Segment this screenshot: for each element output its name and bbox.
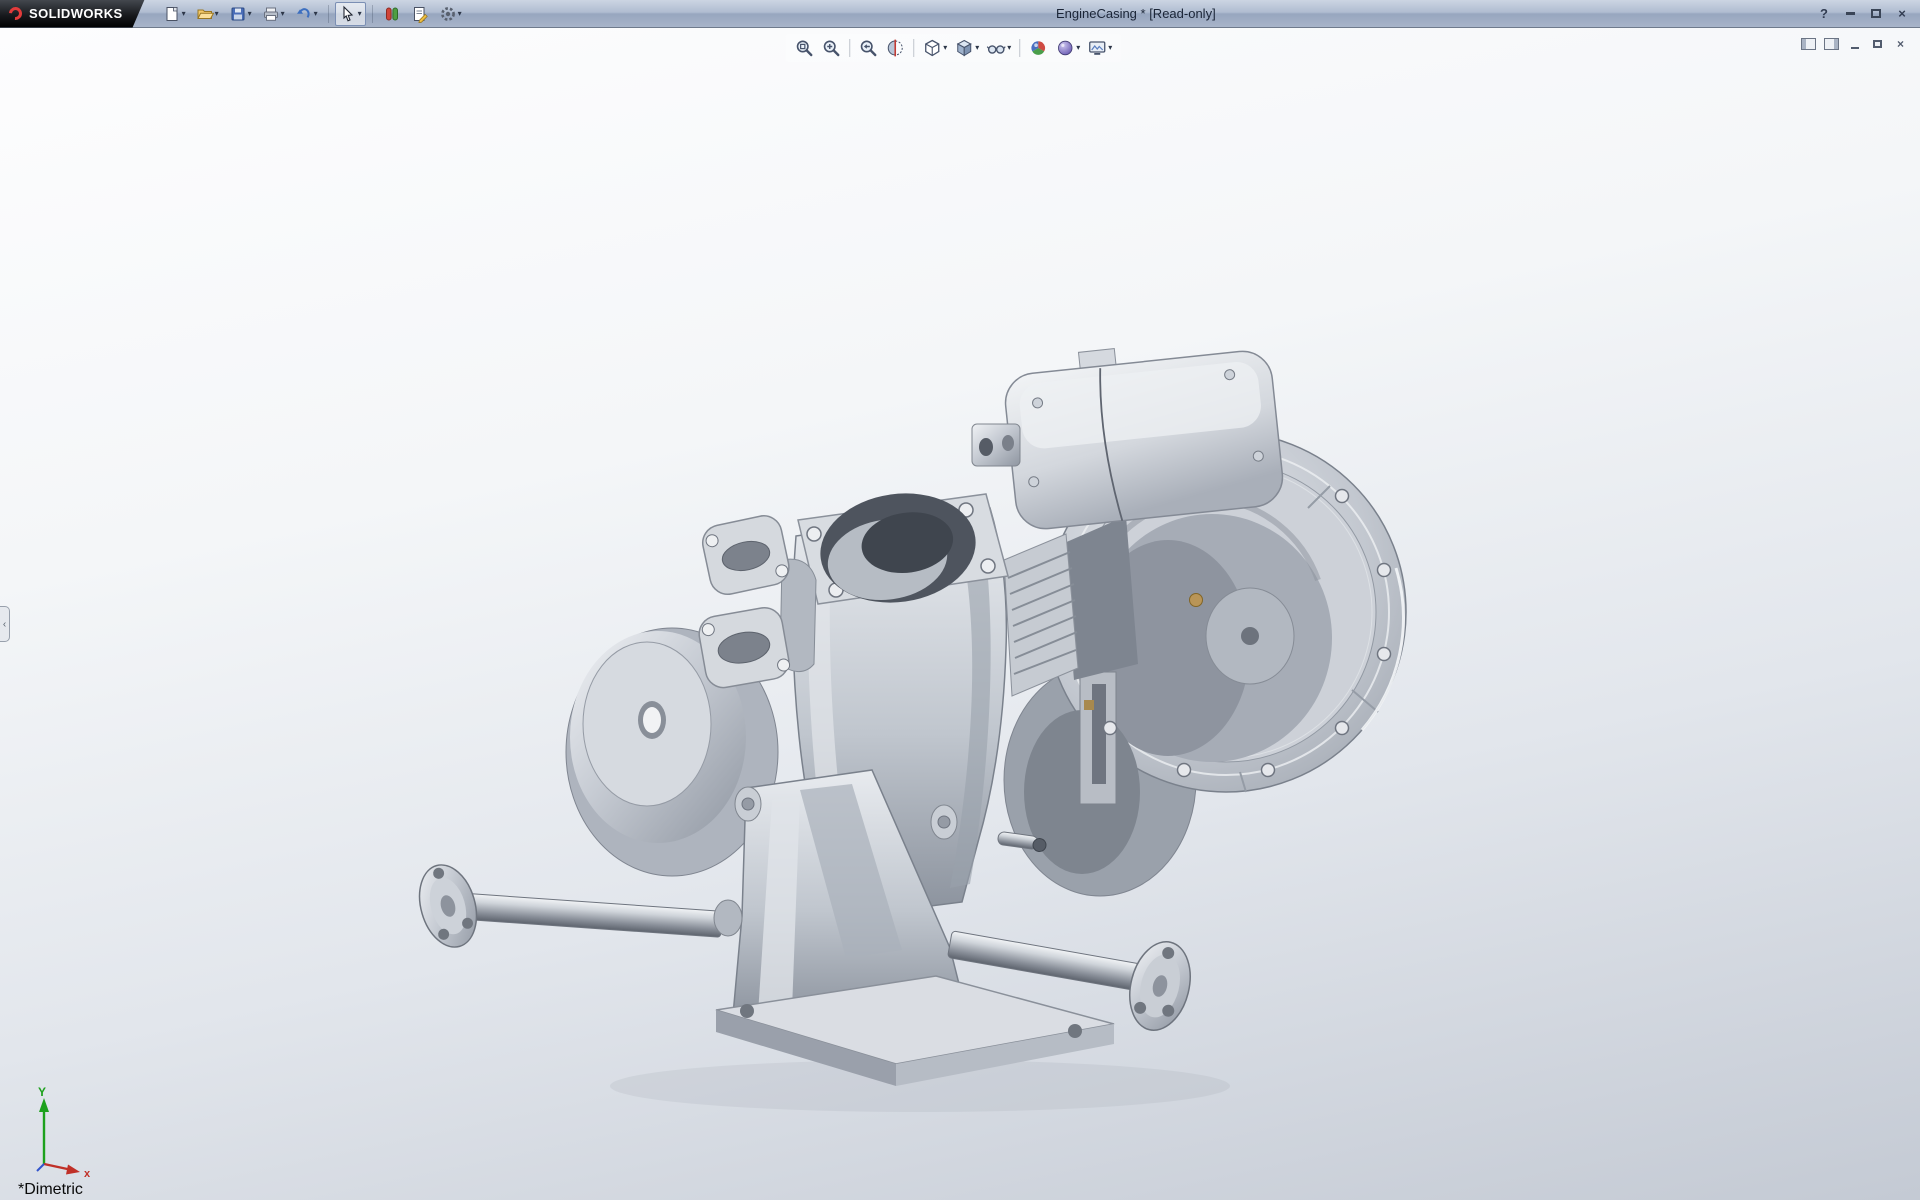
display-style-cube-icon: [954, 38, 974, 58]
previous-view-button[interactable]: [856, 36, 880, 60]
x-axis-arrow: [66, 1165, 80, 1175]
dropdown-arrow-icon[interactable]: ▾: [943, 44, 947, 52]
minimize-document-button[interactable]: [1847, 37, 1862, 51]
toolbar-separator: [849, 39, 850, 57]
close-document-button[interactable]: ×: [1893, 37, 1908, 51]
new-document-button[interactable]: ▾: [159, 2, 190, 26]
close-window-button[interactable]: ×: [1894, 6, 1910, 22]
zoom-to-fit-button[interactable]: [792, 36, 816, 60]
open-button[interactable]: ▾: [192, 2, 223, 26]
display-style-button[interactable]: ▾: [952, 36, 981, 60]
headsup-view-toolbar: ▾ ▾ ▾: [785, 34, 1121, 62]
dropdown-arrow-icon[interactable]: ▾: [1007, 44, 1011, 52]
dropdown-arrow-icon[interactable]: ▾: [975, 44, 979, 52]
zoom-to-fit-icon: [794, 38, 814, 58]
appearance-ball-icon: [1028, 38, 1048, 58]
dropdown-arrow-icon[interactable]: ▾: [1108, 44, 1112, 52]
previous-view-icon: [858, 38, 878, 58]
undo-button[interactable]: ▾: [291, 2, 322, 26]
view-settings-button[interactable]: ▾: [1085, 36, 1114, 60]
y-axis-arrow: [39, 1098, 49, 1112]
window-title: EngineCasing * [Read-only]: [466, 6, 1806, 21]
document-window-controls: ×: [1801, 37, 1908, 51]
new-document-icon: [163, 5, 181, 23]
apply-scene-ball-icon: [1055, 38, 1075, 58]
view-orientation-button[interactable]: ▾: [920, 36, 949, 60]
save-button[interactable]: ▾: [225, 2, 256, 26]
open-folder-icon: [196, 5, 214, 23]
zoom-to-area-button[interactable]: [819, 36, 843, 60]
dropdown-arrow-icon[interactable]: ▾: [458, 10, 462, 18]
options-button[interactable]: ▾: [435, 2, 466, 26]
dropdown-arrow-icon[interactable]: ▾: [215, 10, 219, 18]
minimize-icon: [1846, 12, 1855, 15]
file-properties-icon: [411, 5, 429, 23]
options-gear-icon: [439, 5, 457, 23]
dropdown-arrow-icon[interactable]: ▾: [314, 10, 318, 18]
hide-show-items-button[interactable]: ▾: [984, 36, 1013, 60]
restore-document-button[interactable]: [1870, 37, 1885, 51]
toolbar-separator: [372, 5, 373, 23]
apply-scene-button[interactable]: ▾: [1053, 36, 1082, 60]
dassault-3ds-logo-icon: [6, 4, 24, 22]
file-properties-button[interactable]: [407, 2, 433, 26]
model-canvas[interactable]: [0, 28, 1920, 1200]
graphics-viewport[interactable]: ▾ ▾ ▾: [0, 28, 1920, 1200]
dropdown-arrow-icon[interactable]: ▾: [248, 10, 252, 18]
hide-show-glasses-icon: [986, 38, 1006, 58]
toolbar-separator: [1019, 39, 1020, 57]
dropdown-arrow-icon[interactable]: ▾: [281, 10, 285, 18]
minimize-icon: [1851, 47, 1859, 49]
dropdown-arrow-icon[interactable]: ▾: [182, 10, 186, 18]
solidworks-logo: SOLIDWORKS: [0, 0, 145, 28]
undo-icon: [295, 5, 313, 23]
restore-window-button[interactable]: [1868, 6, 1884, 22]
engine-casing-model[interactable]: [410, 333, 1406, 1112]
featuremanager-collapsed-tab[interactable]: ‹: [0, 606, 10, 642]
print-button[interactable]: ▾: [258, 2, 289, 26]
brand-text: SOLIDWORKS: [29, 6, 123, 21]
x-axis-label: x: [84, 1168, 91, 1178]
select-tool-button[interactable]: ▾: [335, 2, 366, 26]
rebuild-stoplight-icon: [383, 5, 401, 23]
view-settings-icon: [1087, 38, 1107, 58]
restore-icon: [1873, 40, 1882, 48]
reference-triad: Y x: [14, 1086, 98, 1178]
pane-right-icon[interactable]: [1824, 38, 1839, 50]
solidworks-window: SOLIDWORKS ▾ ▾ ▾: [0, 0, 1920, 1200]
save-floppy-icon: [229, 5, 247, 23]
y-axis-label: Y: [38, 1086, 46, 1099]
toolbar-separator: [328, 5, 329, 23]
cover-side-boss: [972, 424, 1020, 466]
titlebar: SOLIDWORKS ▾ ▾ ▾: [0, 0, 1920, 28]
rebuild-button[interactable]: [379, 2, 405, 26]
toolbar-separator: [913, 39, 914, 57]
section-view-icon: [885, 38, 905, 58]
edit-appearance-button[interactable]: [1026, 36, 1050, 60]
select-cursor-icon: [339, 5, 357, 23]
section-view-button[interactable]: [883, 36, 907, 60]
window-controls: ? ×: [1806, 6, 1920, 22]
dropdown-arrow-icon[interactable]: ▾: [1076, 44, 1080, 52]
print-icon: [262, 5, 280, 23]
dropdown-arrow-icon[interactable]: ▾: [358, 10, 362, 18]
zoom-to-area-icon: [821, 38, 841, 58]
brass-bolt: [1190, 594, 1203, 607]
restore-icon: [1871, 9, 1881, 18]
help-button[interactable]: ?: [1816, 6, 1832, 22]
main-toolbar: ▾ ▾ ▾ ▾: [159, 2, 466, 26]
view-orientation-label: *Dimetric: [18, 1181, 83, 1199]
top-cover[interactable]: [1001, 333, 1286, 532]
z-axis-stub: [37, 1164, 44, 1171]
view-orientation-cube-icon: [922, 38, 942, 58]
minimize-window-button[interactable]: [1842, 6, 1858, 22]
pane-left-icon[interactable]: [1801, 38, 1816, 50]
